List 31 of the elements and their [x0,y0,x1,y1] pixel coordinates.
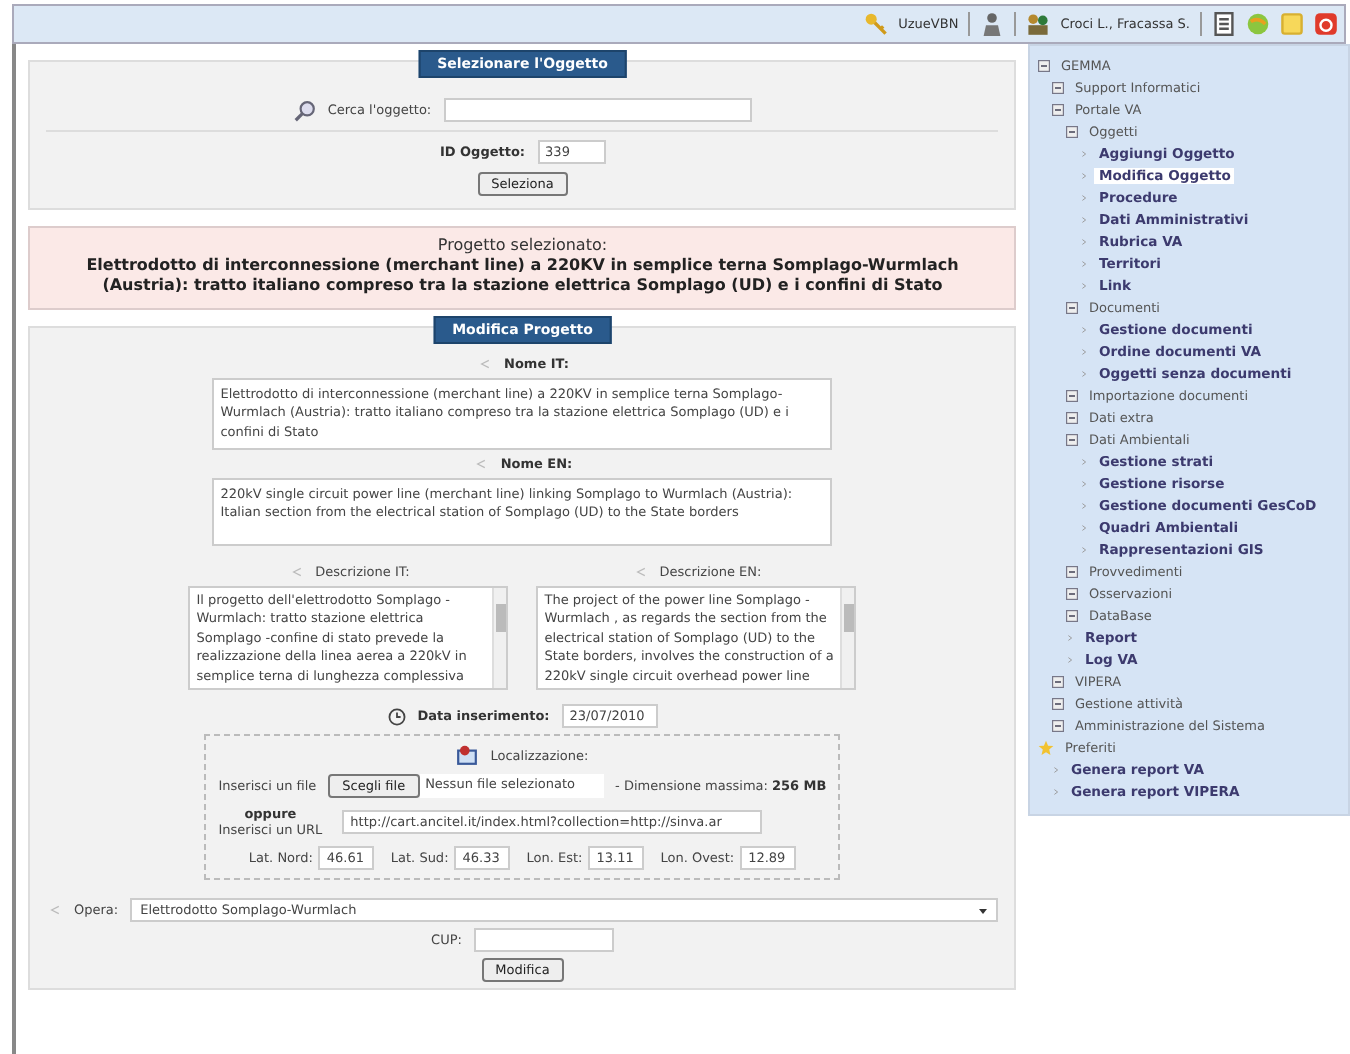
collapse-box-icon [1066,411,1079,423]
collapse-box-icon [1066,125,1079,137]
project-name: Elettrodotto di interconnessione (merchant line) a 220KV in semplice terna Somplago-Wurmlach (Austria): tratto italiano compreso tra la stazione elettrica Somplago (UD) e i confini di Stato [84,256,961,298]
users-icon [1026,12,1051,36]
collapse-box-icon [1052,103,1065,115]
map-pin-icon [456,744,479,767]
collapse-box-icon [1066,433,1079,445]
collapse-box-icon [1052,697,1065,709]
banner-caption: Progetto selezionato: [435,236,610,254]
collapse-box-icon [1052,675,1065,687]
collapse-box-icon [1052,81,1065,93]
document-icon [1212,12,1236,36]
collapse-box-icon [1066,565,1079,577]
collapse-box-icon [1038,59,1051,71]
cup-field[interactable] [473,928,614,953]
clock-icon [387,707,406,726]
search-icon [293,99,316,121]
scrollbar-thumb[interactable] [843,604,854,633]
globe-icon [1246,12,1270,36]
collapse-box-icon [1066,587,1079,599]
scrollbar-thumb[interactable] [495,604,506,633]
power-icon [1314,12,1338,36]
collapse-box-icon [1066,389,1079,401]
search-field[interactable] [443,98,752,122]
person-icon [980,12,1005,36]
dropdown-arrow-icon [978,905,989,916]
collapse-box-icon [1052,719,1065,731]
key-icon [864,12,889,36]
star-icon [1038,739,1055,755]
collapse-box-icon [1066,609,1079,621]
collapse-box-icon [1066,301,1079,313]
